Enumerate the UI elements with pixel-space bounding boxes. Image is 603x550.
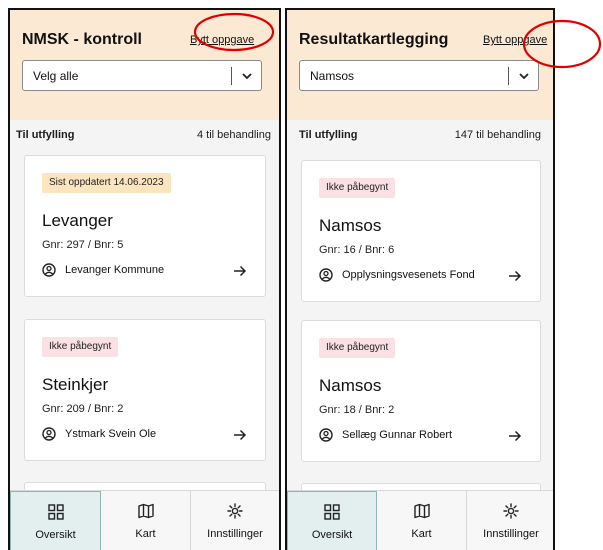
- owner-name: Opplysningsvesenets Fond: [342, 269, 475, 281]
- gear-icon: [503, 503, 519, 519]
- list-meta: Til utfylling 4 til behandling: [10, 128, 279, 144]
- list-count: 147 til behandling: [454, 129, 541, 141]
- bottom-nav: Oversikt Kart Innstillinger: [10, 490, 279, 550]
- user-circle-icon: [42, 263, 56, 277]
- header: Resultatkartlegging Bytt oppgave Namsos: [287, 10, 553, 120]
- page-title: Resultatkartlegging: [299, 31, 449, 48]
- task-card[interactable]: Ikke påbegynt Steinkjer Gnr: 209 / Bnr: …: [24, 319, 266, 461]
- task-card[interactable]: Ikke påbegynt Namsos Gnr: 16 / Bnr: 6 Op…: [301, 160, 541, 302]
- grid-icon: [48, 504, 64, 520]
- status-badge: Ikke påbegynt: [319, 338, 396, 358]
- nav-label: Oversikt: [35, 529, 76, 541]
- map-icon: [138, 503, 154, 519]
- user-circle-icon: [42, 427, 56, 441]
- card-title: Namsos: [319, 376, 382, 395]
- nav-label: Kart: [135, 528, 156, 540]
- map-icon: [414, 503, 430, 519]
- select-value: Velg alle: [33, 69, 79, 83]
- arrow-right-icon[interactable]: [508, 430, 522, 442]
- owner-name: Levanger Kommune: [65, 264, 165, 276]
- owner-name: Sellæg Gunnar Robert: [342, 429, 453, 441]
- status-badge: Sist oppdatert 14.06.2023: [42, 173, 171, 193]
- list-label: Til utfylling: [16, 129, 75, 141]
- chevron-down-icon[interactable]: [518, 70, 530, 82]
- nav-label: Oversikt: [311, 529, 353, 541]
- owner-name: Ystmark Svein Ole: [65, 428, 157, 440]
- select-divider: [231, 67, 232, 85]
- card-title: Levanger: [42, 211, 113, 230]
- nav-innstillinger[interactable]: Innstillinger: [467, 491, 553, 550]
- task-card[interactable]: Sist oppdatert 14.06.2023 Levanger Gnr: …: [24, 155, 266, 297]
- municipality-select[interactable]: Velg alle: [22, 60, 262, 91]
- property-id: Gnr: 297 / Bnr: 5: [42, 239, 124, 251]
- switch-task-link[interactable]: Bytt oppgave: [483, 34, 547, 46]
- property-id: Gnr: 18 / Bnr: 2: [319, 404, 395, 416]
- property-id: Gnr: 16 / Bnr: 6: [319, 244, 395, 256]
- card-title: Steinkjer: [42, 375, 109, 394]
- grid-icon: [324, 504, 340, 520]
- nav-label: Innstillinger: [483, 528, 539, 540]
- card-title: Namsos: [319, 216, 382, 235]
- status-badge: Ikke påbegynt: [319, 178, 396, 198]
- nav-label: Innstillinger: [207, 528, 263, 540]
- arrow-right-icon[interactable]: [508, 270, 522, 282]
- list-label: Til utfylling: [299, 129, 358, 141]
- arrow-right-icon[interactable]: [233, 265, 247, 277]
- nav-oversikt[interactable]: Oversikt: [10, 491, 101, 550]
- arrow-right-icon[interactable]: [233, 429, 247, 441]
- nav-kart[interactable]: Kart: [377, 491, 467, 550]
- select-value: Namsos: [310, 69, 355, 83]
- switch-task-link[interactable]: Bytt oppgave: [190, 34, 254, 46]
- bottom-nav: Oversikt Kart Innstillinger: [287, 490, 553, 550]
- user-circle-icon: [319, 268, 333, 282]
- status-badge: Ikke påbegynt: [42, 337, 119, 357]
- nav-innstillinger[interactable]: Innstillinger: [191, 491, 279, 550]
- list-count: 4 til behandling: [196, 129, 271, 141]
- property-id: Gnr: 209 / Bnr: 2: [42, 403, 124, 415]
- select-divider: [508, 67, 509, 85]
- header: NMSK - kontroll Bytt oppgave Velg alle: [10, 10, 279, 120]
- chevron-down-icon[interactable]: [241, 70, 253, 82]
- user-circle-icon: [319, 428, 333, 442]
- nav-kart[interactable]: Kart: [101, 491, 191, 550]
- phone-panel-nmsk: NMSK - kontroll Bytt oppgave Velg alle T…: [8, 8, 281, 550]
- municipality-select[interactable]: Namsos: [299, 60, 539, 91]
- task-card[interactable]: Ikke påbegynt Namsos Gnr: 18 / Bnr: 2 Se…: [301, 320, 541, 462]
- list-meta: Til utfylling 147 til behandling: [287, 128, 553, 144]
- page-title: NMSK - kontroll: [22, 31, 142, 48]
- nav-oversikt[interactable]: Oversikt: [287, 491, 377, 550]
- phone-panel-resultatkartlegging: Resultatkartlegging Bytt oppgave Namsos …: [285, 8, 555, 550]
- nav-label: Kart: [411, 528, 432, 540]
- gear-icon: [227, 503, 243, 519]
